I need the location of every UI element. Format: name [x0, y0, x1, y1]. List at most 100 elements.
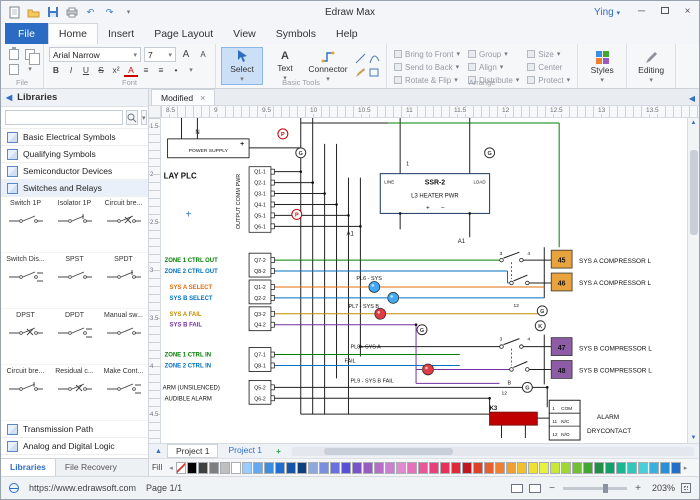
color-swatch[interactable] [660, 462, 670, 474]
align-button[interactable]: Align▾ [466, 61, 521, 73]
grow-font-icon[interactable]: A [179, 48, 193, 61]
color-swatch[interactable] [473, 462, 483, 474]
color-swatch[interactable] [198, 462, 208, 474]
open-folder-icon[interactable] [26, 5, 41, 20]
color-swatch[interactable] [352, 462, 362, 474]
library-group-semiconductor-devices[interactable]: Semiconductor Devices [1, 163, 148, 180]
library-symbol-switch-dis-3[interactable]: Switch Dis... [1, 253, 50, 309]
library-symbol-dpdt-7[interactable]: DPDT [50, 309, 99, 365]
color-swatch[interactable] [627, 462, 637, 474]
horizontal-scroll-thumb[interactable] [324, 448, 453, 455]
redo-icon[interactable]: ↷ [102, 5, 117, 20]
maximize-button[interactable] [653, 1, 676, 23]
color-swatch[interactable] [649, 462, 659, 474]
color-swatch[interactable] [231, 462, 241, 474]
library-menu-icon[interactable]: ▾ [141, 110, 147, 125]
color-swatch[interactable] [176, 462, 186, 474]
vertical-scroll-thumb[interactable] [690, 150, 698, 235]
line-tool-icon[interactable] [355, 53, 366, 66]
zoom-in-icon[interactable]: + [633, 483, 643, 494]
color-swatch[interactable] [264, 462, 274, 474]
sheet-tab-project-1-1[interactable]: Project 1 [220, 444, 270, 458]
scroll-down-icon[interactable]: ▼ [691, 433, 697, 443]
horizontal-scrollbar[interactable] [292, 447, 694, 456]
color-swatch[interactable] [286, 462, 296, 474]
library-symbol-make-cont-11[interactable]: Make Cont... [99, 365, 148, 421]
color-swatch[interactable] [484, 462, 494, 474]
bullet-list-icon[interactable]: • [169, 64, 183, 77]
library-symbol-residual-c-10[interactable]: Residual c... [50, 365, 99, 421]
color-swatch[interactable] [572, 462, 582, 474]
library-group-transmission-path[interactable]: Transmission Path [1, 421, 148, 438]
undo-icon[interactable]: ↶ [83, 5, 98, 20]
color-swatch[interactable] [638, 462, 648, 474]
color-swatch[interactable] [242, 462, 252, 474]
center-button[interactable]: Center [525, 61, 572, 73]
library-group-analog-and-digital-logic[interactable]: Analog and Digital Logic [1, 438, 148, 455]
color-swatch[interactable] [330, 462, 340, 474]
underline-icon[interactable]: U [79, 64, 93, 77]
color-swatch[interactable] [407, 462, 417, 474]
copy-icon[interactable] [25, 49, 35, 60]
zoom-out-icon[interactable]: − [547, 483, 557, 494]
color-swatch[interactable] [220, 462, 230, 474]
library-group-qualifying-symbols[interactable]: Qualifying Symbols [1, 146, 148, 163]
color-swatch[interactable] [385, 462, 395, 474]
tab-scroll-icon[interactable]: ◀ [685, 94, 699, 105]
color-swatch[interactable] [605, 462, 615, 474]
font-color-icon[interactable]: A [124, 65, 138, 77]
qat-dropdown-icon[interactable]: ▾ [121, 5, 136, 20]
color-swatch[interactable] [209, 462, 219, 474]
color-swatch[interactable] [275, 462, 285, 474]
normal-view-icon[interactable] [511, 484, 523, 493]
library-search-input[interactable] [5, 110, 123, 125]
strikethrough-icon[interactable]: S [94, 64, 108, 77]
color-swatch[interactable] [429, 462, 439, 474]
ribbon-tab-symbols[interactable]: Symbols [266, 23, 326, 44]
new-file-icon[interactable] [7, 5, 22, 20]
color-swatch[interactable] [528, 462, 538, 474]
group-button[interactable]: Group▾ [466, 48, 521, 60]
color-swatch[interactable] [594, 462, 604, 474]
panel-tab-file-recovery[interactable]: File Recovery [56, 459, 126, 476]
search-icon[interactable] [126, 110, 138, 125]
color-swatch[interactable] [462, 462, 472, 474]
panel-tab-libraries[interactable]: Libraries [1, 459, 56, 476]
font-name-select[interactable]: Arial Narrow▾ [49, 47, 141, 62]
align-center-icon[interactable]: ≡ [154, 64, 168, 77]
ribbon-tab-insert[interactable]: Insert [98, 23, 144, 44]
format-painter-icon[interactable] [9, 64, 19, 75]
bold-icon[interactable]: B [49, 64, 63, 77]
collapse-sheetbar-icon[interactable]: ▲ [152, 448, 165, 455]
color-swatch[interactable] [363, 462, 373, 474]
user-account[interactable]: Ying ▾ [594, 7, 620, 18]
minimize-button[interactable]: ─ [630, 1, 653, 23]
ribbon-tab-home[interactable]: Home [48, 23, 98, 44]
color-swatch[interactable] [297, 462, 307, 474]
font-size-select[interactable]: 7▾ [144, 47, 176, 62]
save-icon[interactable] [45, 5, 60, 20]
color-swatch[interactable] [671, 462, 681, 474]
document-tab[interactable]: Modified × [151, 89, 215, 105]
library-symbol-manual-sw-8[interactable]: Manual sw... [99, 309, 148, 365]
bring-to-front-button[interactable]: Bring to Front▾ [392, 48, 462, 60]
zoom-slider[interactable] [563, 487, 627, 490]
print-icon[interactable] [64, 5, 79, 20]
color-swatch[interactable] [561, 462, 571, 474]
library-symbol-circuit-bre-9[interactable]: Circuit bre... [1, 365, 50, 421]
sheet-tab-project-1-0[interactable]: Project 1 [167, 444, 219, 458]
color-swatch[interactable] [451, 462, 461, 474]
color-swatch[interactable] [440, 462, 450, 474]
color-swatch[interactable] [341, 462, 351, 474]
scroll-up-icon[interactable]: ▲ [691, 118, 697, 128]
library-symbol-isolator-1p-1[interactable]: Isolator 1P [50, 197, 99, 253]
vertical-scrollbar[interactable]: ▲ ▼ [687, 118, 699, 443]
close-tab-icon[interactable]: × [200, 93, 205, 103]
italic-icon[interactable]: I [64, 64, 78, 77]
color-swatch[interactable] [187, 462, 197, 474]
ribbon-tab-page-layout[interactable]: Page Layout [144, 23, 223, 44]
color-swatch[interactable] [319, 462, 329, 474]
color-swatch[interactable] [550, 462, 560, 474]
color-swatch[interactable] [539, 462, 549, 474]
k3-relay-coil[interactable] [490, 412, 538, 425]
